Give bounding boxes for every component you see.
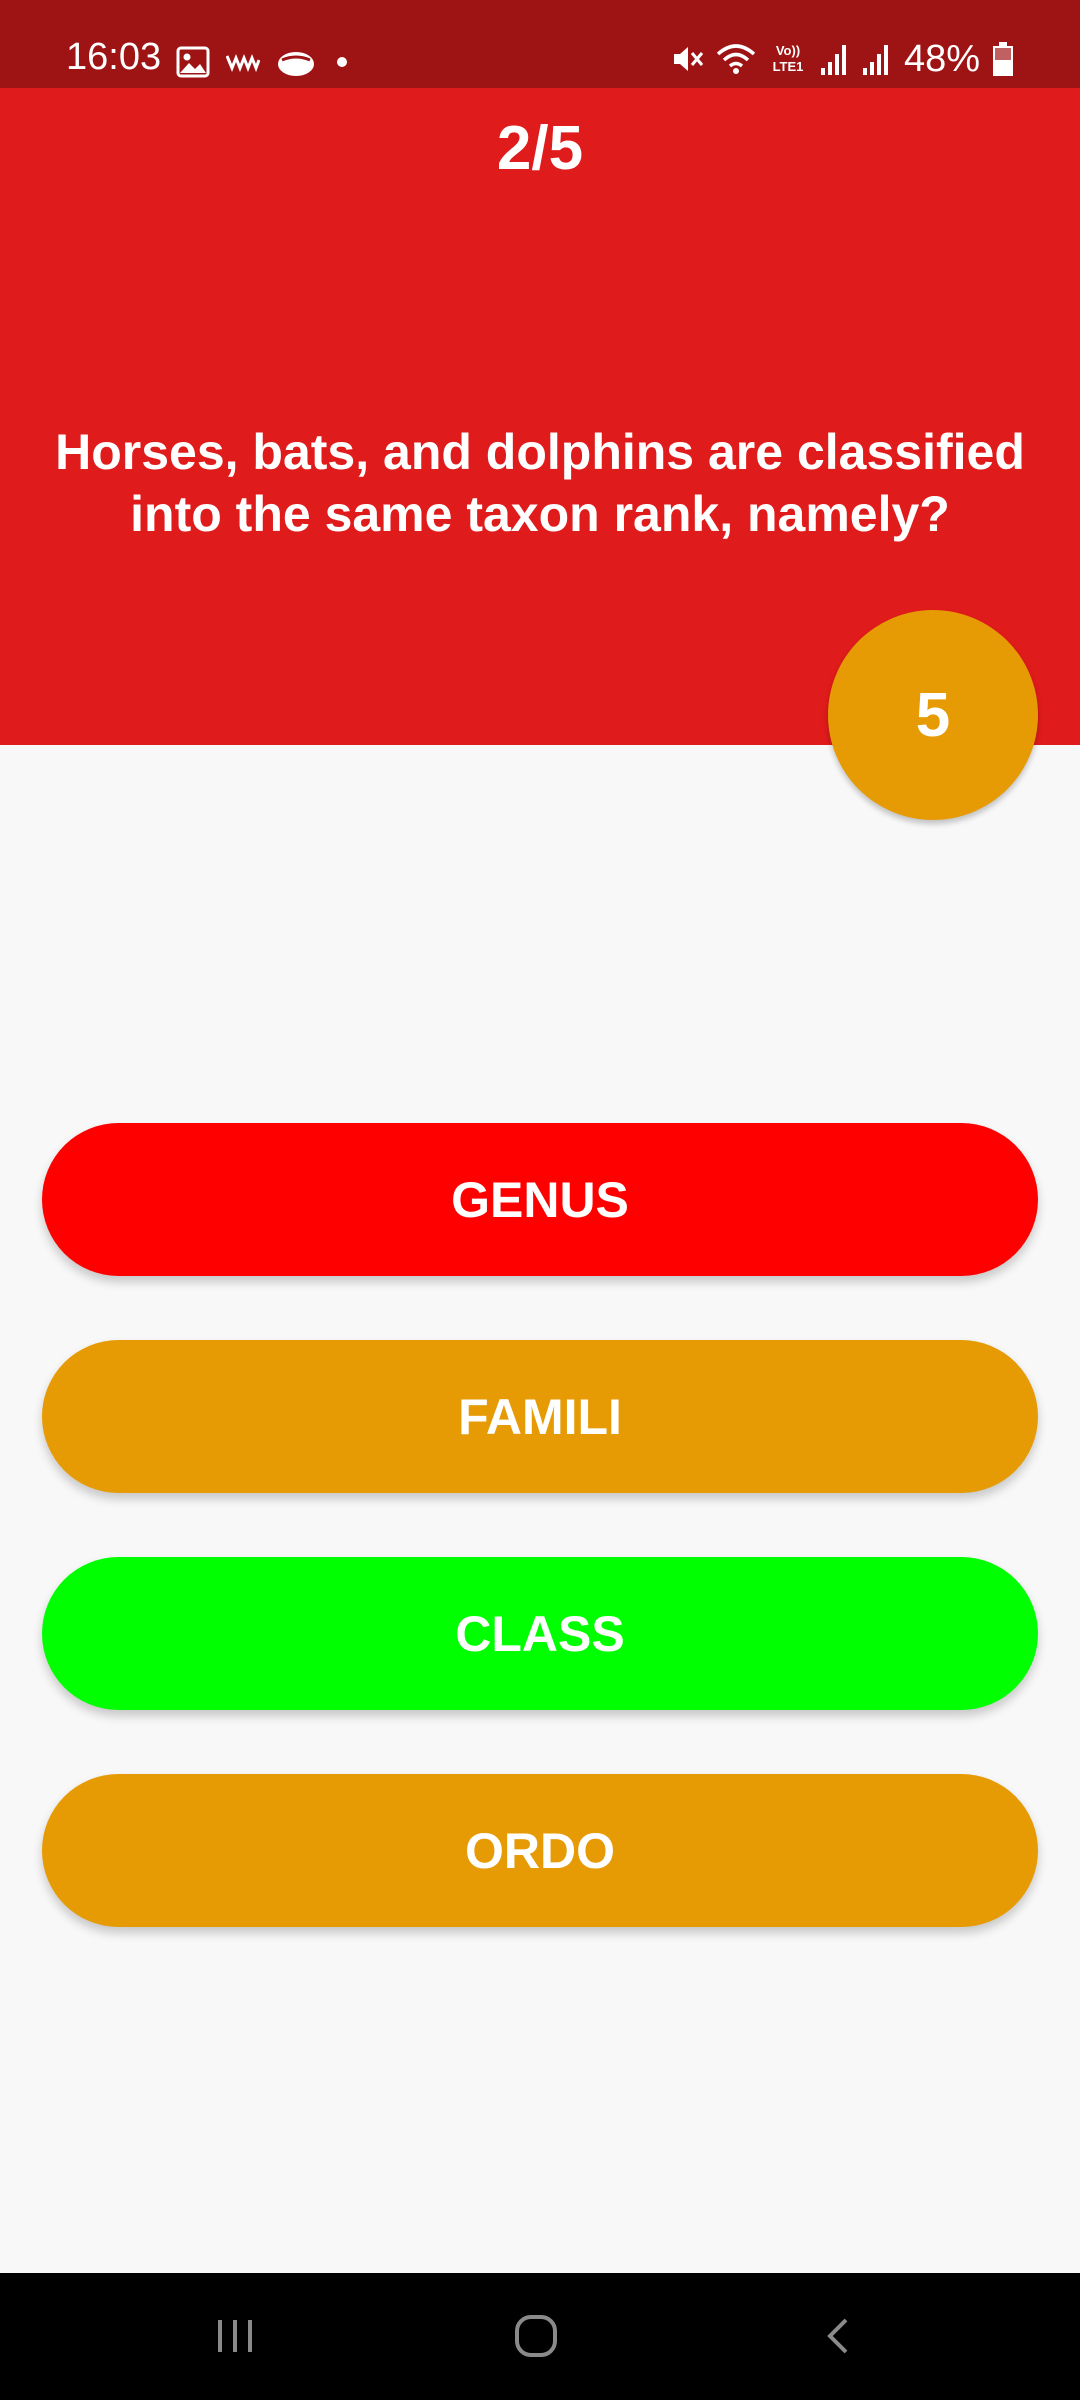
- home-button[interactable]: [496, 2301, 576, 2371]
- answer-button-class[interactable]: CLASS: [42, 1557, 1038, 1710]
- svg-text:LTE1: LTE1: [773, 59, 804, 74]
- countdown-timer: 5: [828, 610, 1038, 820]
- back-button[interactable]: [800, 2301, 880, 2371]
- question-progress: 2/5: [496, 114, 584, 183]
- status-notification-icons: [176, 42, 352, 82]
- status-bar: 16:03 Vo)) LTE1 48%: [0, 0, 1080, 88]
- dot-icon: [332, 55, 352, 69]
- mute-icon: [670, 42, 704, 76]
- recent-apps-icon: [213, 2314, 257, 2358]
- navigation-bar: [0, 2273, 1080, 2400]
- home-icon: [512, 2312, 560, 2360]
- answer-button-famili[interactable]: FAMILI: [42, 1340, 1038, 1493]
- volte-icon: Vo)) LTE1: [768, 42, 808, 76]
- question-text: Horses, bats, and dolphins are classifie…: [55, 424, 1025, 542]
- back-icon: [818, 2314, 862, 2358]
- status-system-icons: Vo)) LTE1 48%: [670, 38, 1014, 80]
- cloud-icon: [276, 46, 316, 78]
- battery-icon: [992, 41, 1014, 77]
- signal-icon: [820, 42, 850, 76]
- status-time: 16:03: [66, 36, 162, 78]
- wifi-icon: [716, 42, 756, 76]
- answer-button-ordo[interactable]: ORDO: [42, 1774, 1038, 1927]
- wave-icon: [226, 52, 260, 72]
- gallery-icon: [176, 46, 210, 78]
- recent-apps-button[interactable]: [195, 2301, 275, 2371]
- answer-button-genus[interactable]: GENUS: [42, 1123, 1038, 1276]
- svg-text:Vo)): Vo)): [776, 43, 800, 58]
- battery-percentage: 48%: [903, 38, 980, 80]
- signal-icon: [862, 42, 892, 76]
